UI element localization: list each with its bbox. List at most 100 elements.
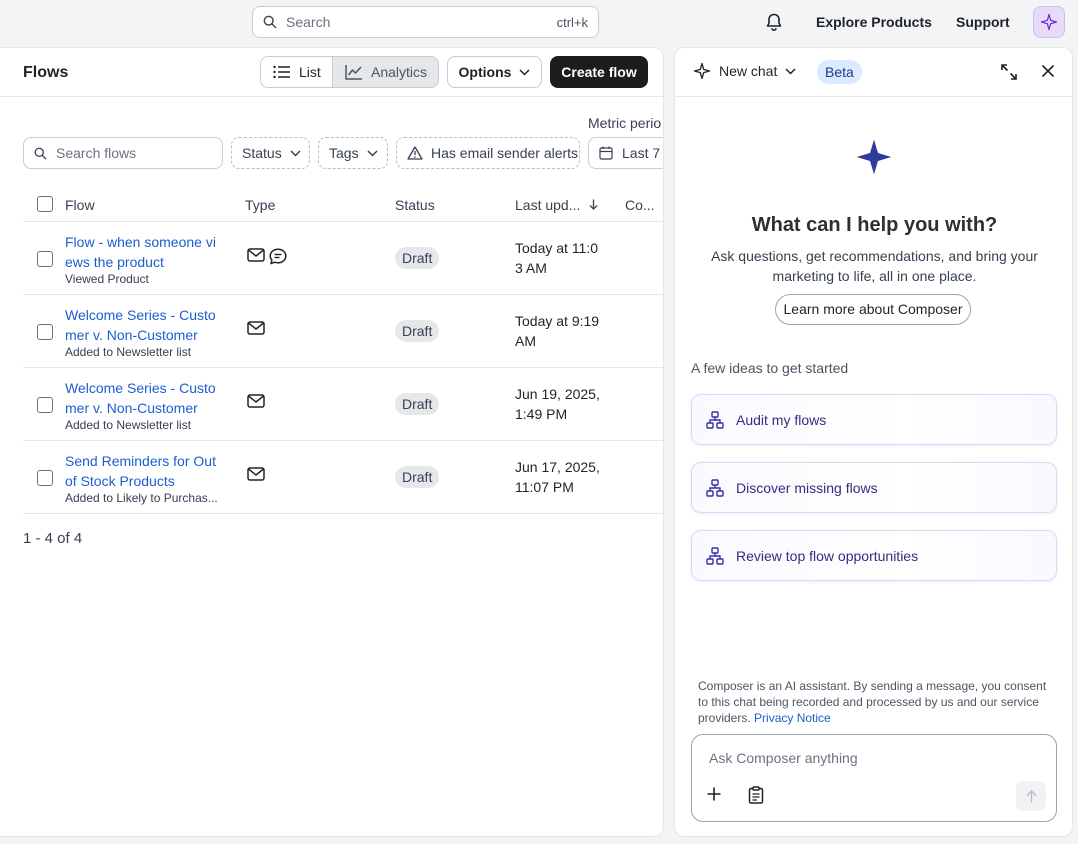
plus-icon[interactable] (707, 787, 721, 801)
mail-icon (247, 394, 265, 408)
column-status[interactable]: Status (395, 197, 435, 213)
last-updated: Today at 9:19 AM (515, 313, 600, 349)
metric-period-label: Metric perio (588, 115, 662, 131)
idea-audit-flows[interactable]: Audit my flows (691, 394, 1057, 445)
flow-trigger: Viewed Product (65, 272, 149, 286)
global-search-placeholder: Search (286, 14, 331, 30)
flow-icon (706, 410, 724, 429)
flow-name-link[interactable]: Welcome Series - Customer v. Non-Custome… (65, 378, 217, 418)
row-checkbox[interactable] (37, 324, 53, 340)
chevron-down-icon (785, 67, 796, 75)
composer-input-box[interactable]: Ask Composer anything (691, 734, 1057, 822)
idea-review-opportunities[interactable]: Review top flow opportunities (691, 530, 1057, 581)
list-view-button[interactable]: List (261, 57, 333, 87)
flow-name-link[interactable]: Send Reminders for Out of Stock Products (65, 451, 217, 491)
column-flow[interactable]: Flow (65, 197, 95, 213)
list-icon (273, 65, 291, 79)
select-all-checkbox[interactable] (37, 196, 53, 212)
clipboard-icon[interactable] (748, 786, 764, 804)
status-filter[interactable]: Status (231, 137, 310, 169)
pagination-summary: 1 - 4 of 4 (23, 530, 83, 547)
calendar-icon (599, 146, 613, 160)
idea-label: Review top flow opportunities (736, 547, 919, 564)
sms-icon (269, 248, 287, 265)
support-link[interactable]: Support (956, 14, 1010, 30)
status-badge: Draft (395, 320, 440, 342)
mail-icon (247, 467, 265, 481)
send-button[interactable] (1016, 781, 1046, 811)
privacy-notice-link[interactable]: Privacy Notice (754, 711, 831, 725)
mail-icon (247, 321, 265, 335)
composer-input-placeholder[interactable]: Ask Composer anything (709, 750, 858, 766)
chevron-down-icon (290, 149, 301, 157)
mail-icon (247, 248, 265, 265)
flow-type-icons (247, 321, 265, 335)
options-label: Options (458, 64, 512, 80)
column-last-updated[interactable]: Last upd... (515, 197, 580, 213)
flows-panel: Flows List Analytics Options Create flow (0, 47, 664, 837)
learn-more-button[interactable]: Learn more about Composer (775, 294, 971, 325)
table-row[interactable]: Flow - when someone views the product Vi… (23, 222, 663, 295)
table-row[interactable]: Welcome Series - Customer v. Non-Custome… (23, 368, 663, 441)
last-updated: Jun 17, 2025, 11:07 PM (515, 459, 600, 495)
email-alerts-filter[interactable]: Has email sender alerts (396, 137, 580, 169)
flow-trigger: Added to Likely to Purchas... (65, 491, 218, 505)
row-checkbox[interactable] (37, 397, 53, 413)
global-search[interactable]: Search ctrl+k (252, 6, 599, 38)
search-icon (263, 15, 277, 29)
status-badge: Draft (395, 466, 440, 488)
options-button[interactable]: Options (447, 56, 542, 88)
flow-type-icons (247, 394, 265, 408)
page-title: Flows (23, 64, 69, 81)
table-row[interactable]: Welcome Series - Customer v. Non-Custome… (23, 295, 663, 368)
last-updated: Jun 19, 2025, 1:49 PM (515, 386, 600, 422)
column-co[interactable]: Co... (625, 197, 655, 213)
create-flow-button[interactable]: Create flow (550, 56, 648, 88)
new-chat-button[interactable]: New chat (693, 62, 796, 80)
flow-icon (706, 546, 724, 565)
list-view-label: List (299, 64, 321, 80)
email-alerts-label: Has email sender alerts (431, 145, 579, 161)
status-filter-label: Status (242, 145, 282, 161)
explore-products-link[interactable]: Explore Products (816, 14, 932, 30)
tags-filter-label: Tags (329, 145, 359, 161)
sparkle-icon (1040, 13, 1058, 31)
disclaimer-text: Composer is an AI assistant. By sending … (698, 679, 1047, 725)
ai-assistant-button[interactable] (1033, 6, 1065, 38)
date-range-label: Last 7 d (622, 145, 663, 161)
arrow-down-icon[interactable] (589, 199, 598, 210)
table-header: Flow Type Status Last upd... Co... (23, 188, 663, 222)
status-badge: Draft (395, 247, 440, 269)
view-toggle: List Analytics (260, 56, 439, 88)
flow-name-link[interactable]: Flow - when someone views the product (65, 232, 217, 272)
flow-trigger: Added to Newsletter list (65, 418, 192, 432)
flow-icon (706, 478, 724, 497)
composer-header: New chat Beta (675, 48, 1072, 97)
new-chat-label: New chat (719, 63, 778, 79)
status-badge: Draft (395, 393, 440, 415)
column-type[interactable]: Type (245, 197, 275, 213)
last-updated: Today at 11:03 AM (515, 240, 599, 276)
flow-search-input[interactable]: Search flows (23, 137, 223, 169)
analytics-view-button[interactable]: Analytics (333, 57, 438, 87)
chevron-down-icon (367, 149, 378, 157)
flow-type-icons (247, 467, 265, 481)
expand-icon[interactable] (1000, 63, 1018, 81)
flow-name-link[interactable]: Welcome Series - Customer v. Non-Custome… (65, 305, 217, 345)
flow-search-placeholder: Search flows (56, 145, 137, 161)
table-row[interactable]: Send Reminders for Out of Stock Products… (23, 441, 663, 514)
composer-heading: What can I help you with? (751, 214, 998, 236)
idea-label: Discover missing flows (736, 479, 878, 496)
chevron-down-icon (519, 68, 530, 76)
bell-icon[interactable] (764, 12, 784, 32)
idea-discover-missing-flows[interactable]: Discover missing flows (691, 462, 1057, 513)
date-range-picker[interactable]: Last 7 d (588, 137, 663, 169)
tags-filter[interactable]: Tags (318, 137, 388, 169)
close-icon[interactable] (1041, 64, 1055, 78)
flows-table: Flow Type Status Last upd... Co... Flow … (23, 188, 663, 514)
flows-header: Flows List Analytics Options Create flow (0, 48, 663, 97)
flow-type-icons (247, 248, 287, 265)
top-bar: Search ctrl+k Explore Products Support (0, 0, 1078, 46)
row-checkbox[interactable] (37, 470, 53, 486)
row-checkbox[interactable] (37, 251, 53, 267)
